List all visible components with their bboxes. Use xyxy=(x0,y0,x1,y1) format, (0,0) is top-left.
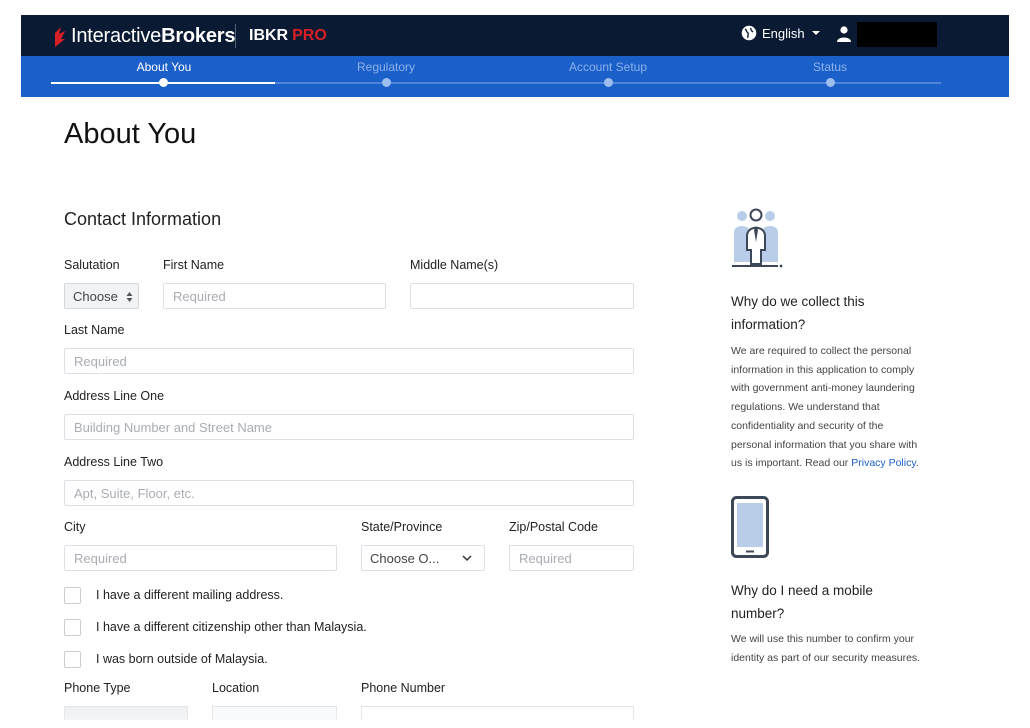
phone-type-label: Phone Type xyxy=(64,681,131,695)
different-citizenship-checkbox[interactable] xyxy=(64,619,81,636)
zip-postal-label: Zip/Postal Code xyxy=(509,520,598,534)
product-suffix: PRO xyxy=(292,27,327,44)
user-name-redacted xyxy=(857,22,937,47)
brand-name-light: Interactive xyxy=(71,25,162,47)
brand-name-bold: Brokers xyxy=(161,25,236,47)
why-mobile-heading: Why do I need a mobile number? xyxy=(731,579,873,625)
progress-steps: About You Regulatory Account Setup Statu… xyxy=(21,56,1009,97)
product-label: IBKR xyxy=(249,27,289,44)
why-collect-heading: Why do we collect this information? xyxy=(731,290,865,336)
salutation-label: Salutation xyxy=(64,258,120,272)
why-collect-line: personal information that you share with xyxy=(731,438,918,451)
different-mailing-checkbox[interactable] xyxy=(64,587,81,604)
address-line-one-label: Address Line One xyxy=(64,389,165,403)
brand-divider xyxy=(235,24,236,48)
middle-name-label: Middle Name(s) xyxy=(410,258,499,272)
state-province-value: Choose O... xyxy=(370,550,440,566)
step-account-setup[interactable]: Account Setup xyxy=(528,60,688,74)
user-icon[interactable] xyxy=(837,26,851,42)
address-line-one-input[interactable] xyxy=(64,414,634,440)
why-mobile-heading-line2: number? xyxy=(731,606,785,621)
state-province-select[interactable]: Choose O... xyxy=(361,545,485,571)
phone-number-label: Phone Number xyxy=(361,681,446,695)
why-collect-line-last: us is important. Read our Privacy Policy… xyxy=(731,457,919,470)
address-line-two-label: Address Line Two xyxy=(64,455,164,469)
salutation-select[interactable]: Choose xyxy=(64,283,139,309)
born-outside-checkbox[interactable] xyxy=(64,651,81,668)
chevron-down-icon xyxy=(811,31,820,35)
state-province-label: State/Province xyxy=(361,520,443,534)
different-citizenship-label: I have a different citizenship other tha… xyxy=(96,620,367,634)
page-title: About You xyxy=(64,118,197,150)
phone-type-select[interactable] xyxy=(64,706,188,720)
different-mailing-label: I have a different mailing address. xyxy=(96,588,284,602)
location-label: Location xyxy=(212,681,260,695)
step-dot-account-setup xyxy=(604,78,613,87)
phone-number-input[interactable] xyxy=(361,706,634,720)
language-selector[interactable]: English xyxy=(741,25,820,41)
why-collect-last-prefix: us is important. Read our xyxy=(731,457,849,470)
why-collect-line: with government anti-money laundering xyxy=(731,382,915,395)
ib-logo-icon xyxy=(55,27,65,47)
top-header: InteractiveBrokers IBKR PRO English xyxy=(21,15,1009,56)
why-mobile-text: We will use this number to confirm your … xyxy=(731,630,931,667)
why-collect-heading-line1: Why do we collect this xyxy=(731,294,865,309)
born-outside-label: I was born outside of Malaysia. xyxy=(96,652,268,666)
city-input[interactable] xyxy=(64,545,337,571)
people-icon xyxy=(732,208,783,268)
last-name-input[interactable] xyxy=(64,348,634,374)
why-collect-line: We are required to collect the personal xyxy=(731,345,912,357)
why-collect-line: regulations. We understand that xyxy=(731,401,880,414)
middle-name-input[interactable] xyxy=(410,283,634,309)
why-collect-heading-line2: information? xyxy=(731,317,806,332)
salutation-value: Choose xyxy=(73,288,118,304)
why-mobile-line: We will use this number to confirm your xyxy=(731,633,915,645)
why-mobile-heading-line1: Why do I need a mobile xyxy=(731,583,873,598)
first-name-label: First Name xyxy=(163,258,225,272)
mobile-phone-icon xyxy=(731,496,769,558)
last-name-label: Last Name xyxy=(64,323,125,337)
step-dot-regulatory xyxy=(382,78,391,87)
language-label: English xyxy=(762,25,805,41)
why-mobile-line: identity as part of our security measure… xyxy=(731,651,921,664)
step-regulatory[interactable]: Regulatory xyxy=(306,60,466,74)
city-label: City xyxy=(64,520,86,534)
brand-name: InteractiveBrokers xyxy=(71,25,235,48)
why-collect-line: confidentiality and security of the xyxy=(731,419,884,432)
first-name-input[interactable] xyxy=(163,283,386,309)
location-select[interactable] xyxy=(212,706,337,720)
why-collect-line: information in this application to compl… xyxy=(731,363,915,376)
address-line-two-input[interactable] xyxy=(64,480,634,506)
chevron-down-icon xyxy=(462,555,472,562)
product-name: IBKR PRO xyxy=(249,27,327,45)
step-about-you[interactable]: About You xyxy=(84,60,244,74)
select-arrows-icon xyxy=(126,292,133,302)
step-status[interactable]: Status xyxy=(750,60,910,74)
privacy-policy-link[interactable]: Privacy Policy xyxy=(851,457,916,469)
step-dot-about-you xyxy=(159,78,168,87)
section-title: Contact Information xyxy=(64,209,222,229)
globe-icon xyxy=(741,25,757,41)
why-collect-text: We are required to collect the personal … xyxy=(731,342,931,473)
zip-postal-input[interactable] xyxy=(509,545,634,571)
step-dot-status xyxy=(826,78,835,87)
